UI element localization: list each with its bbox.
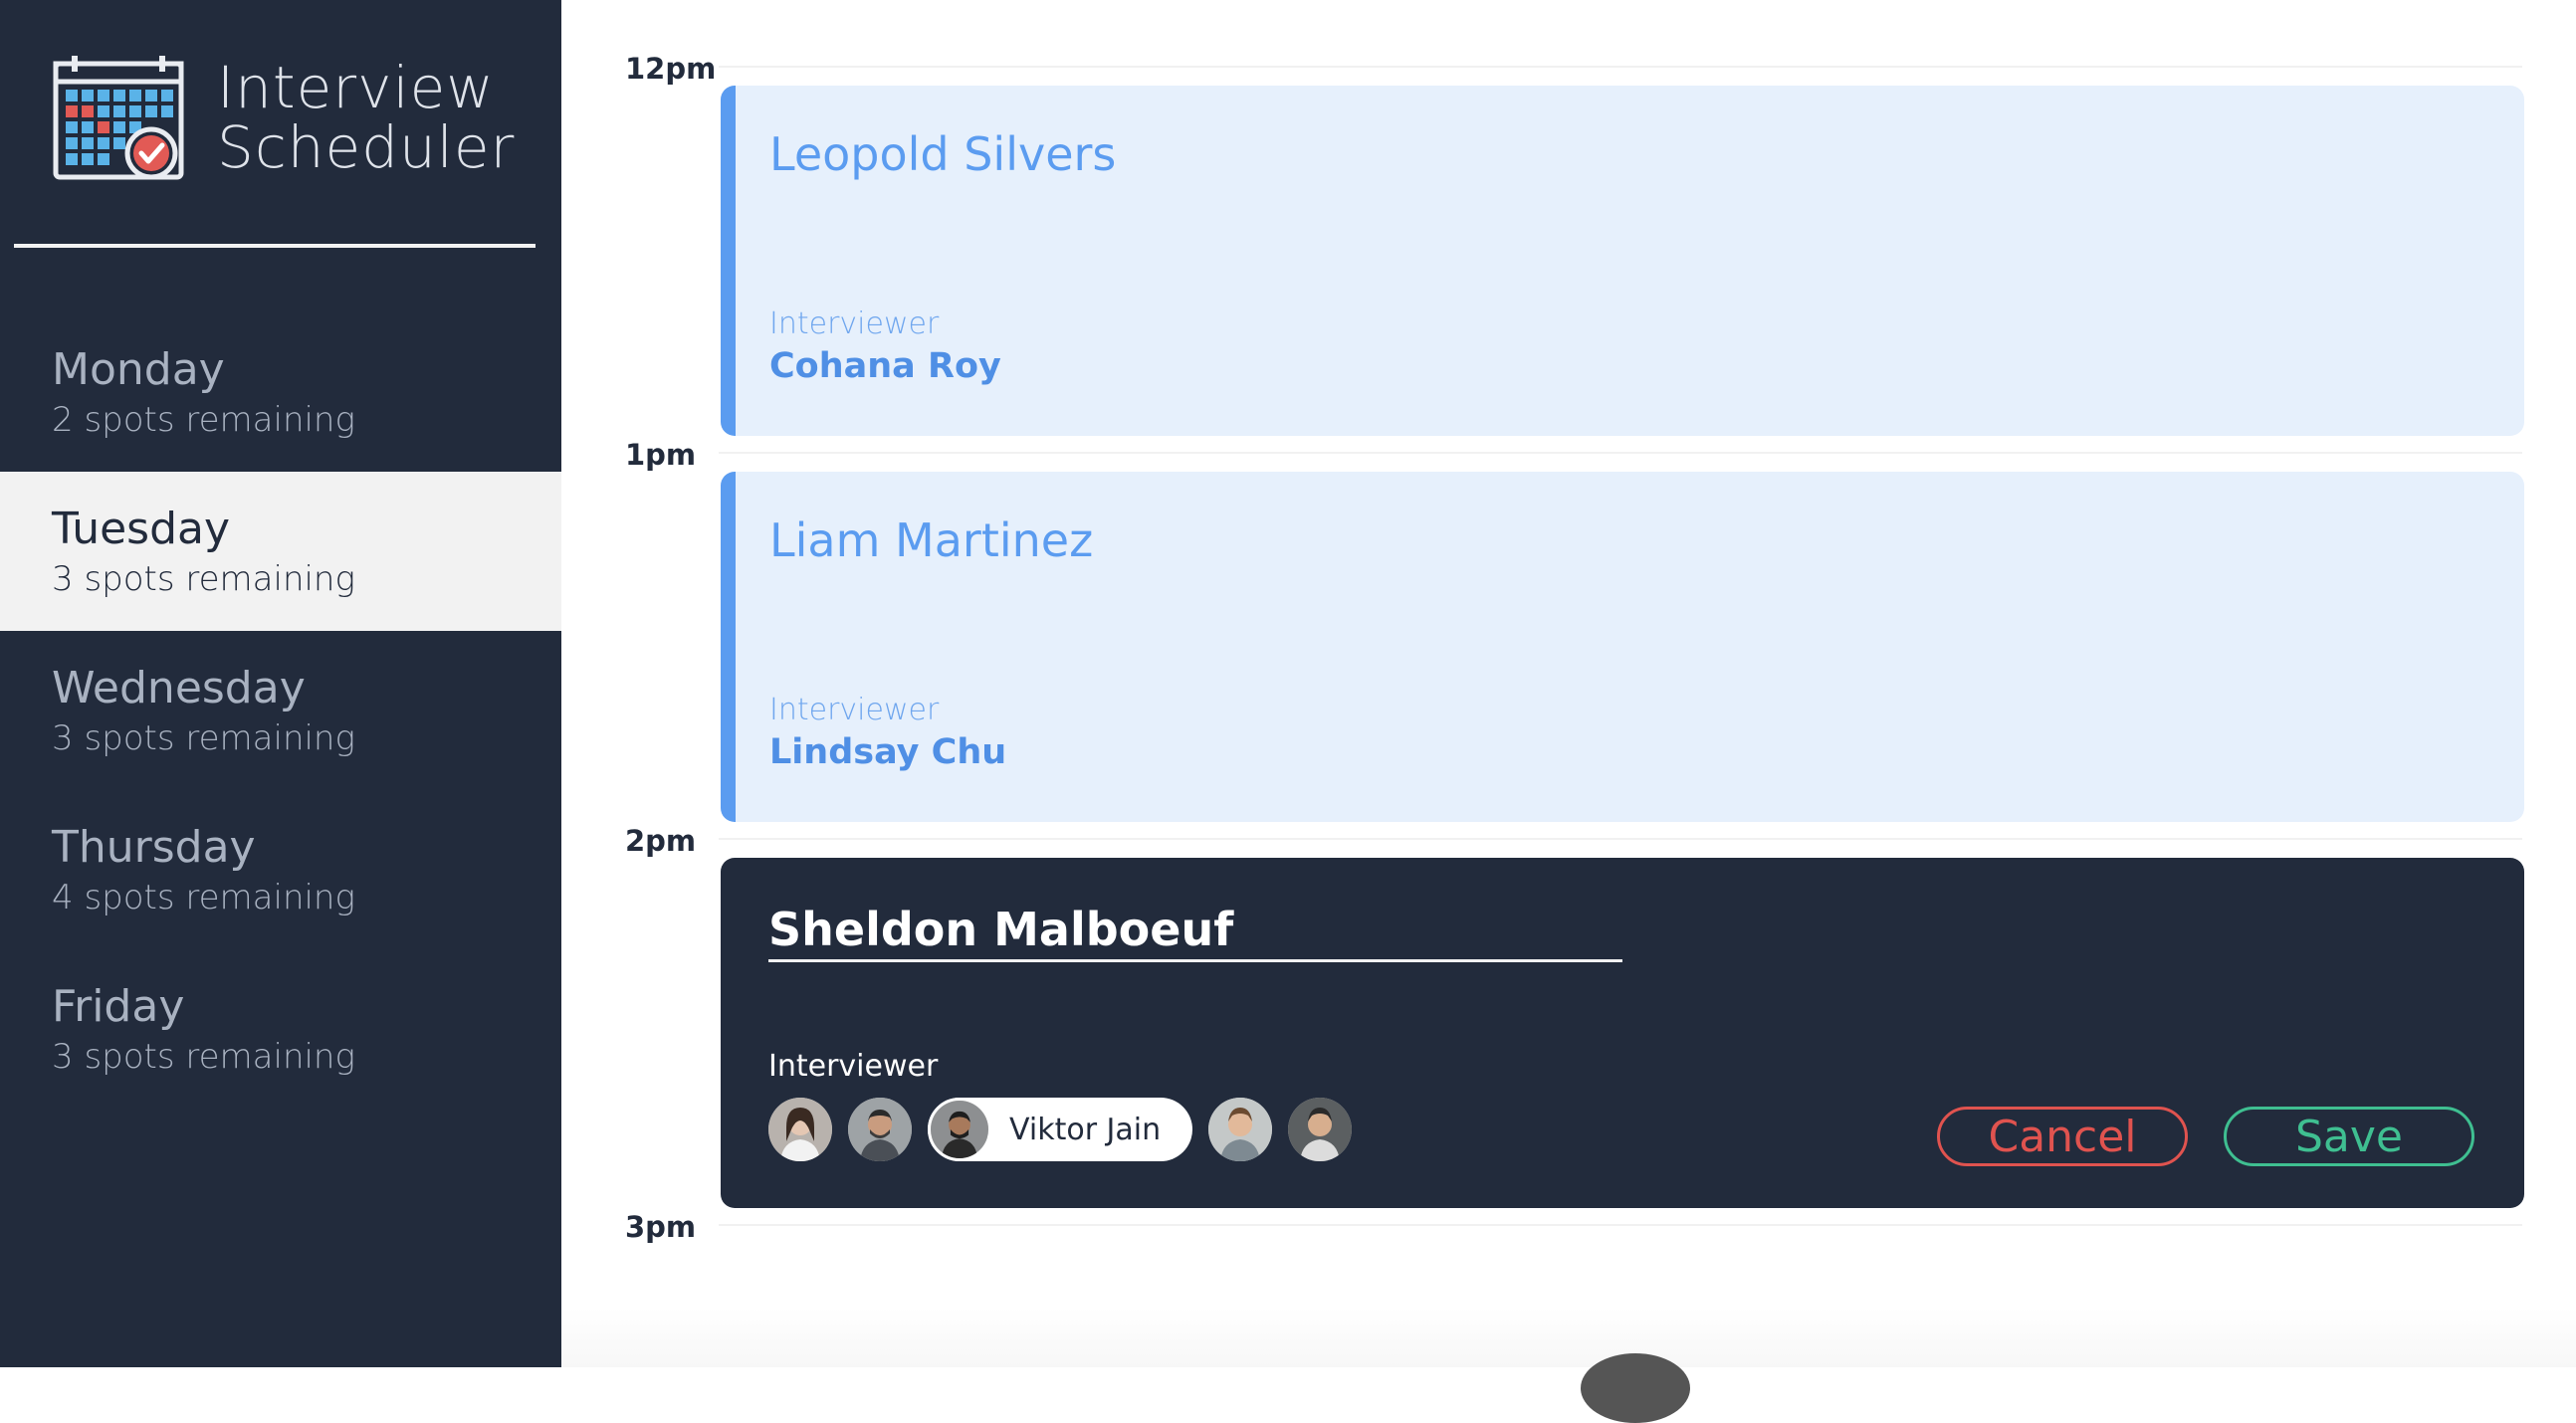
interviewer-label: Interviewer [769,693,940,727]
interviewer-avatar[interactable] [1208,1098,1273,1161]
hour-label-1pm: 1pm [625,438,697,472]
hour-separator [719,66,2522,68]
day-spots: 2 spots remaining [52,400,355,440]
day-item-monday[interactable]: Monday 2 spots remaining [0,312,561,472]
cancel-button[interactable]: Cancel [1937,1107,2188,1166]
selected-interviewer[interactable]: Viktor Jain [928,1098,1193,1161]
day-item-wednesday[interactable]: Wednesday 3 spots remaining [0,631,561,790]
day-spots: 4 spots remaining [52,878,355,917]
day-name: Tuesday [52,504,231,554]
day-item-thursday[interactable]: Thursday 4 spots remaining [0,790,561,949]
student-name: Liam Martinez [769,513,1094,567]
app-title-line1: Interview [217,54,495,121]
day-spots: 3 spots remaining [52,559,355,599]
day-item-friday[interactable]: Friday 3 spots remaining [0,949,561,1109]
hour-label-3pm: 3pm [625,1210,697,1244]
day-name: Wednesday [52,663,306,713]
appointment-card[interactable]: Leopold Silvers Interviewer Cohana Roy [721,86,2524,436]
hour-separator [719,1224,2522,1226]
day-name: Monday [52,344,225,395]
interviewer-avatar [928,1098,991,1161]
scroll-button-icon[interactable] [1581,1353,1690,1423]
sidebar-divider [14,244,536,248]
save-button[interactable]: Save [2224,1107,2474,1166]
app-title: Interview Scheduler [217,58,515,177]
hour-label-2pm: 2pm [625,824,697,858]
day-item-tuesday[interactable]: Tuesday 3 spots remaining [0,472,561,631]
interviewer-avatar[interactable] [1288,1098,1353,1161]
interviewer-avatar[interactable] [768,1098,832,1161]
bottom-fade [561,1308,2576,1367]
day-spots: 3 spots remaining [52,1037,355,1077]
appointment-form: Interviewer Viktor Jain Cancel Save [721,858,2524,1208]
interviewer-avatar[interactable] [848,1098,912,1161]
day-name: Thursday [52,822,256,873]
app-title-line2: Scheduler [217,113,516,181]
day-spots: 3 spots remaining [52,718,355,758]
hour-label-12pm: 12pm [625,52,717,86]
schedule: 12pm 1pm 2pm 3pm Leopold Silvers Intervi… [561,0,2576,1423]
interviewer-name: Cohana Roy [769,346,1001,386]
interviewer-list: Viktor Jain [768,1097,1368,1162]
calendar-check-icon [52,54,187,183]
interviewer-label: Interviewer [769,306,940,341]
student-name-input[interactable] [768,900,1622,962]
sidebar: Interview Scheduler Monday 2 spots remai… [0,0,561,1367]
day-name: Friday [52,981,185,1032]
selected-interviewer-name: Viktor Jain [1009,1112,1162,1147]
day-list: Monday 2 spots remaining Tuesday 3 spots… [0,312,561,1109]
interviewer-name: Lindsay Chu [769,732,1007,772]
appointment-card[interactable]: Liam Martinez Interviewer Lindsay Chu [721,472,2524,822]
hour-separator [719,452,2522,454]
student-name: Leopold Silvers [769,127,1117,181]
interviewer-label: Interviewer [768,1049,939,1084]
hour-separator [719,838,2522,840]
